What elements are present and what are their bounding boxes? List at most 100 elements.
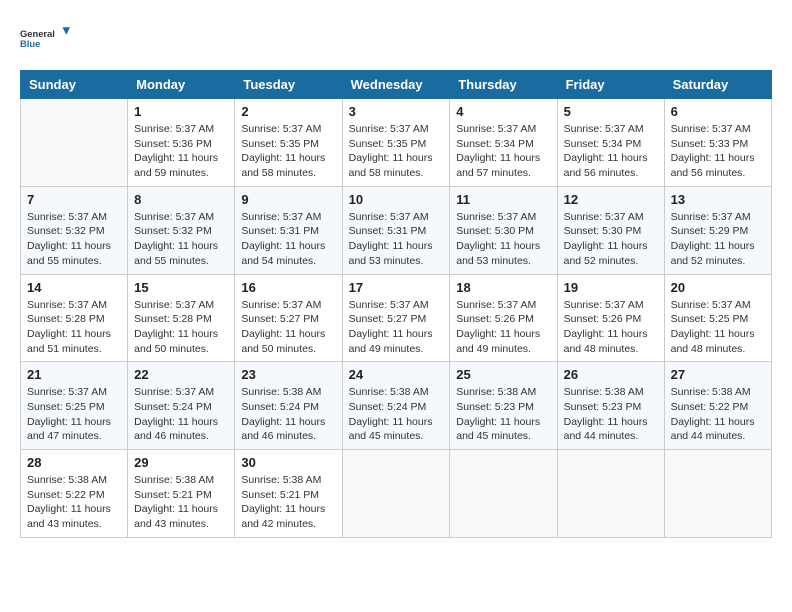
calendar-cell: 17 Sunrise: 5:37 AM Sunset: 5:27 PM Dayl… [342,274,450,362]
day-info: Sunrise: 5:37 AM Sunset: 5:24 PM Dayligh… [134,385,228,444]
day-number: 23 [241,367,335,382]
calendar-cell: 3 Sunrise: 5:37 AM Sunset: 5:35 PM Dayli… [342,99,450,187]
calendar-cell [450,450,557,538]
calendar-cell: 16 Sunrise: 5:37 AM Sunset: 5:27 PM Dayl… [235,274,342,362]
logo-svg: General Blue [20,20,70,60]
svg-text:General: General [20,29,55,39]
day-info: Sunrise: 5:37 AM Sunset: 5:33 PM Dayligh… [671,122,765,181]
day-number: 21 [27,367,121,382]
calendar-cell: 10 Sunrise: 5:37 AM Sunset: 5:31 PM Dayl… [342,186,450,274]
weekday-header-saturday: Saturday [664,71,771,99]
day-number: 20 [671,280,765,295]
day-number: 19 [564,280,658,295]
day-info: Sunrise: 5:37 AM Sunset: 5:31 PM Dayligh… [349,210,444,269]
week-row-4: 21 Sunrise: 5:37 AM Sunset: 5:25 PM Dayl… [21,362,772,450]
day-number: 1 [134,104,228,119]
calendar-cell: 29 Sunrise: 5:38 AM Sunset: 5:21 PM Dayl… [128,450,235,538]
day-info: Sunrise: 5:38 AM Sunset: 5:21 PM Dayligh… [241,473,335,532]
day-number: 30 [241,455,335,470]
logo: General Blue [20,20,70,60]
day-number: 8 [134,192,228,207]
calendar-cell: 12 Sunrise: 5:37 AM Sunset: 5:30 PM Dayl… [557,186,664,274]
calendar-cell: 20 Sunrise: 5:37 AM Sunset: 5:25 PM Dayl… [664,274,771,362]
calendar-cell: 13 Sunrise: 5:37 AM Sunset: 5:29 PM Dayl… [664,186,771,274]
day-info: Sunrise: 5:38 AM Sunset: 5:23 PM Dayligh… [564,385,658,444]
day-number: 27 [671,367,765,382]
day-info: Sunrise: 5:38 AM Sunset: 5:22 PM Dayligh… [27,473,121,532]
calendar-cell: 1 Sunrise: 5:37 AM Sunset: 5:36 PM Dayli… [128,99,235,187]
day-number: 13 [671,192,765,207]
day-info: Sunrise: 5:37 AM Sunset: 5:35 PM Dayligh… [349,122,444,181]
day-number: 6 [671,104,765,119]
day-number: 22 [134,367,228,382]
day-number: 3 [349,104,444,119]
calendar-cell: 25 Sunrise: 5:38 AM Sunset: 5:23 PM Dayl… [450,362,557,450]
day-number: 4 [456,104,550,119]
day-number: 24 [349,367,444,382]
day-info: Sunrise: 5:37 AM Sunset: 5:30 PM Dayligh… [456,210,550,269]
calendar-cell [21,99,128,187]
calendar-cell: 30 Sunrise: 5:38 AM Sunset: 5:21 PM Dayl… [235,450,342,538]
calendar-cell: 6 Sunrise: 5:37 AM Sunset: 5:33 PM Dayli… [664,99,771,187]
calendar-cell: 23 Sunrise: 5:38 AM Sunset: 5:24 PM Dayl… [235,362,342,450]
weekday-header-sunday: Sunday [21,71,128,99]
calendar-cell: 14 Sunrise: 5:37 AM Sunset: 5:28 PM Dayl… [21,274,128,362]
day-info: Sunrise: 5:37 AM Sunset: 5:29 PM Dayligh… [671,210,765,269]
day-number: 25 [456,367,550,382]
calendar-cell: 21 Sunrise: 5:37 AM Sunset: 5:25 PM Dayl… [21,362,128,450]
weekday-header-tuesday: Tuesday [235,71,342,99]
calendar-table: SundayMondayTuesdayWednesdayThursdayFrid… [20,70,772,538]
week-row-5: 28 Sunrise: 5:38 AM Sunset: 5:22 PM Dayl… [21,450,772,538]
weekday-header-monday: Monday [128,71,235,99]
day-info: Sunrise: 5:38 AM Sunset: 5:24 PM Dayligh… [241,385,335,444]
day-info: Sunrise: 5:37 AM Sunset: 5:28 PM Dayligh… [134,298,228,357]
calendar-cell [664,450,771,538]
day-number: 5 [564,104,658,119]
day-info: Sunrise: 5:37 AM Sunset: 5:26 PM Dayligh… [564,298,658,357]
weekday-header-wednesday: Wednesday [342,71,450,99]
calendar-cell: 4 Sunrise: 5:37 AM Sunset: 5:34 PM Dayli… [450,99,557,187]
week-row-1: 1 Sunrise: 5:37 AM Sunset: 5:36 PM Dayli… [21,99,772,187]
calendar-cell: 2 Sunrise: 5:37 AM Sunset: 5:35 PM Dayli… [235,99,342,187]
calendar-cell: 28 Sunrise: 5:38 AM Sunset: 5:22 PM Dayl… [21,450,128,538]
day-info: Sunrise: 5:38 AM Sunset: 5:23 PM Dayligh… [456,385,550,444]
week-row-2: 7 Sunrise: 5:37 AM Sunset: 5:32 PM Dayli… [21,186,772,274]
calendar-cell: 24 Sunrise: 5:38 AM Sunset: 5:24 PM Dayl… [342,362,450,450]
day-info: Sunrise: 5:37 AM Sunset: 5:30 PM Dayligh… [564,210,658,269]
calendar-cell [557,450,664,538]
day-info: Sunrise: 5:37 AM Sunset: 5:34 PM Dayligh… [564,122,658,181]
calendar-cell: 18 Sunrise: 5:37 AM Sunset: 5:26 PM Dayl… [450,274,557,362]
day-number: 15 [134,280,228,295]
day-number: 11 [456,192,550,207]
weekday-header-friday: Friday [557,71,664,99]
day-info: Sunrise: 5:37 AM Sunset: 5:35 PM Dayligh… [241,122,335,181]
calendar-cell: 8 Sunrise: 5:37 AM Sunset: 5:32 PM Dayli… [128,186,235,274]
calendar-cell [342,450,450,538]
day-number: 10 [349,192,444,207]
day-number: 9 [241,192,335,207]
day-info: Sunrise: 5:37 AM Sunset: 5:31 PM Dayligh… [241,210,335,269]
day-info: Sunrise: 5:37 AM Sunset: 5:26 PM Dayligh… [456,298,550,357]
calendar-cell: 26 Sunrise: 5:38 AM Sunset: 5:23 PM Dayl… [557,362,664,450]
day-info: Sunrise: 5:37 AM Sunset: 5:36 PM Dayligh… [134,122,228,181]
day-info: Sunrise: 5:37 AM Sunset: 5:25 PM Dayligh… [671,298,765,357]
day-number: 17 [349,280,444,295]
calendar-cell: 7 Sunrise: 5:37 AM Sunset: 5:32 PM Dayli… [21,186,128,274]
day-info: Sunrise: 5:38 AM Sunset: 5:22 PM Dayligh… [671,385,765,444]
weekday-header-thursday: Thursday [450,71,557,99]
calendar-cell: 11 Sunrise: 5:37 AM Sunset: 5:30 PM Dayl… [450,186,557,274]
day-number: 12 [564,192,658,207]
calendar-cell: 5 Sunrise: 5:37 AM Sunset: 5:34 PM Dayli… [557,99,664,187]
calendar-cell: 19 Sunrise: 5:37 AM Sunset: 5:26 PM Dayl… [557,274,664,362]
day-number: 28 [27,455,121,470]
day-info: Sunrise: 5:38 AM Sunset: 5:24 PM Dayligh… [349,385,444,444]
day-number: 14 [27,280,121,295]
day-info: Sunrise: 5:37 AM Sunset: 5:34 PM Dayligh… [456,122,550,181]
day-number: 7 [27,192,121,207]
day-info: Sunrise: 5:38 AM Sunset: 5:21 PM Dayligh… [134,473,228,532]
calendar-cell: 22 Sunrise: 5:37 AM Sunset: 5:24 PM Dayl… [128,362,235,450]
day-number: 16 [241,280,335,295]
calendar-cell: 9 Sunrise: 5:37 AM Sunset: 5:31 PM Dayli… [235,186,342,274]
day-info: Sunrise: 5:37 AM Sunset: 5:32 PM Dayligh… [27,210,121,269]
day-info: Sunrise: 5:37 AM Sunset: 5:28 PM Dayligh… [27,298,121,357]
